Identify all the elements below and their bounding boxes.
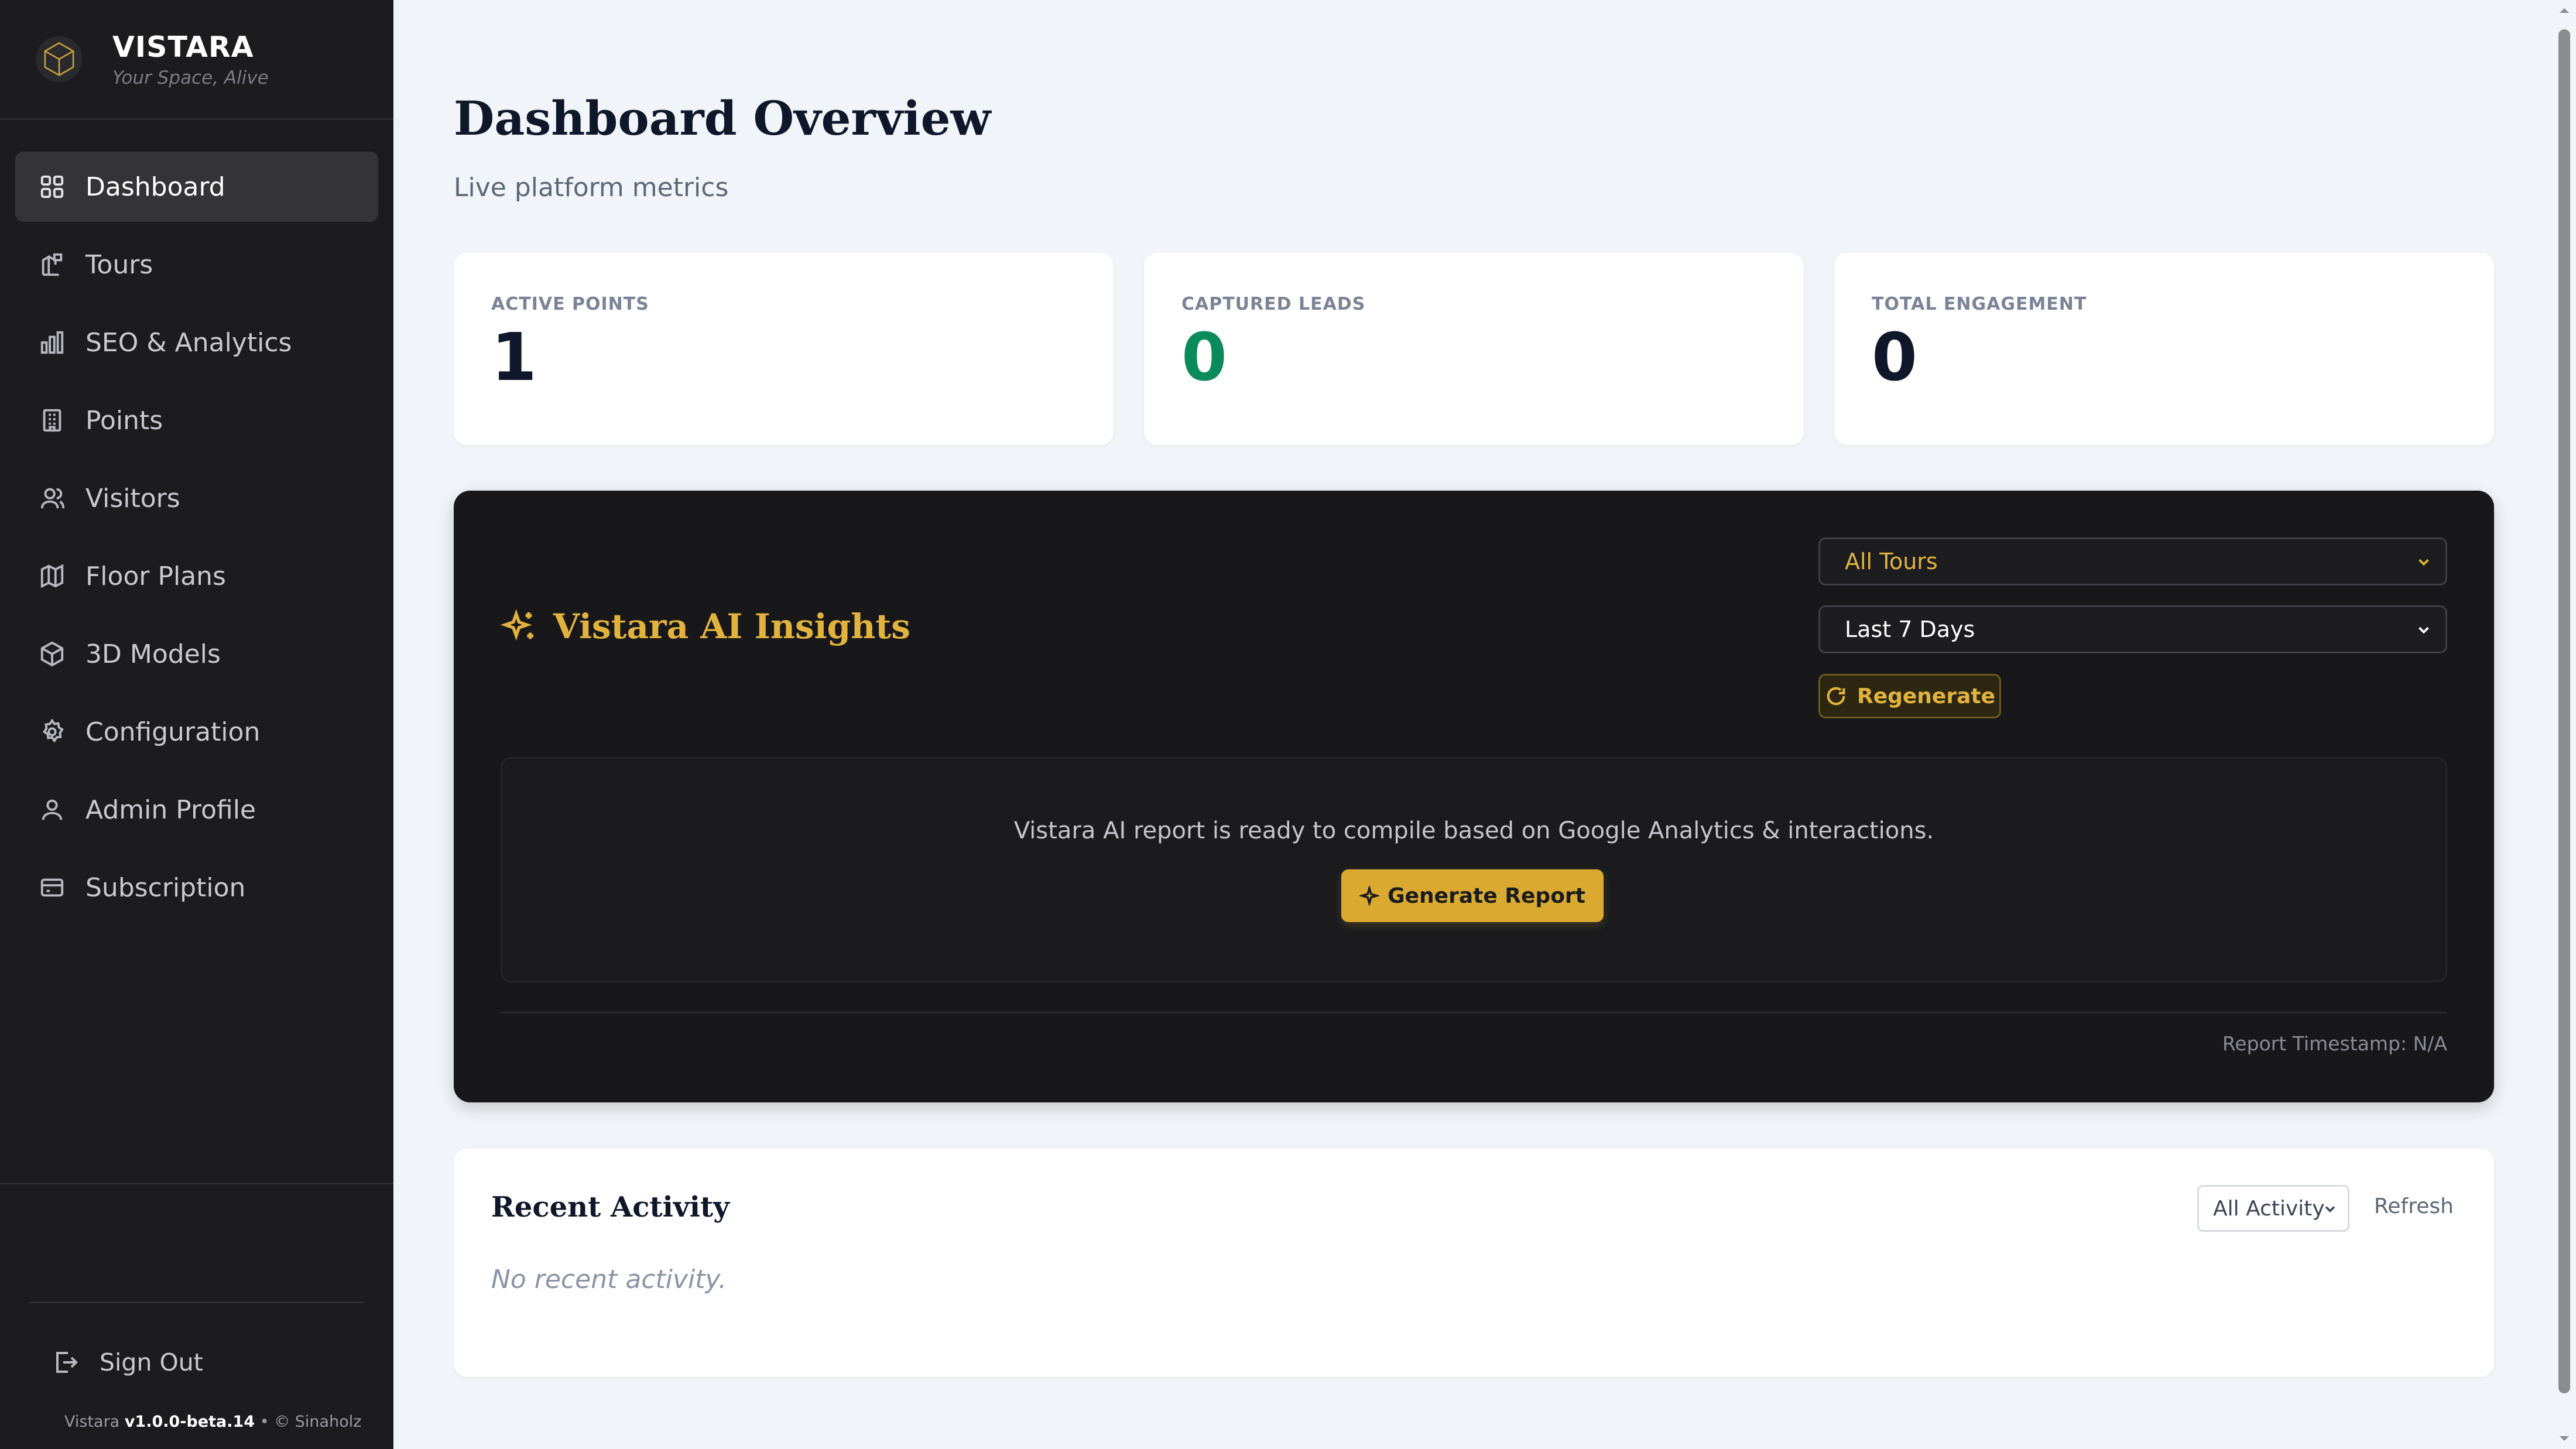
sparkles-icon — [501, 609, 533, 641]
brand-tagline: Your Space, Alive — [112, 67, 269, 88]
sidebar-item-seo-analytics[interactable]: SEO & Analytics — [15, 307, 378, 378]
sidebar-item-dashboard[interactable]: Dashboard — [15, 152, 378, 222]
sidebar-item-label: Subscription — [85, 872, 246, 903]
sidebar-item-label: Visitors — [85, 483, 180, 513]
sidebar-item-points[interactable]: Points — [15, 385, 378, 455]
sidebar-item-floor-plans[interactable]: Floor Plans — [15, 541, 378, 611]
empty-state-message: No recent activity. — [491, 1265, 727, 1294]
gear-icon — [39, 718, 66, 745]
recent-activity-title: Recent Activity — [491, 1191, 730, 1224]
recent-activity-card: Recent Activity All Activity Refresh No … — [454, 1149, 2494, 1377]
stat-label: ACTIVE POINTS — [491, 294, 649, 314]
stat-card-captured-leads: CAPTURED LEADS 0 — [1144, 253, 1804, 445]
scrollbar-thumb[interactable] — [2558, 29, 2570, 1393]
sparkle-icon — [1359, 886, 1380, 906]
ai-report-message: Vistara AI report is ready to compile ba… — [1013, 817, 1934, 844]
ai-report-panel: Vistara AI report is ready to compile ba… — [501, 757, 2447, 982]
sidebar-item-label: Floor Plans — [85, 561, 226, 591]
scrollbar[interactable] — [2553, 0, 2576, 1449]
stat-value: 1 — [491, 320, 537, 396]
divider — [501, 1012, 2447, 1013]
regenerate-label: Regenerate — [1856, 684, 1996, 708]
sidebar-item-admin-profile[interactable]: Admin Profile — [15, 775, 378, 845]
sign-out-icon — [56, 1352, 78, 1373]
refresh-icon — [1827, 687, 1845, 705]
stat-value: 0 — [1181, 320, 1227, 396]
sidebar-footer: Sign Out Vistara v1.0.0-beta.14 • © Sina… — [0, 1183, 393, 1449]
chevron-down-icon — [2419, 559, 2429, 566]
tour-filter-value: All Tours — [1845, 549, 1938, 574]
stat-label: CAPTURED LEADS — [1181, 294, 1366, 314]
ai-insights-title: Vistara AI Insights — [501, 607, 910, 646]
sidebar-item-label: Points — [85, 405, 163, 436]
cube-icon — [39, 640, 66, 667]
regenerate-button[interactable]: Regenerate — [1818, 674, 2001, 718]
brand-name: VISTARA — [112, 30, 254, 64]
user-icon — [39, 796, 66, 823]
date-range-select[interactable]: Last 7 Days — [1818, 605, 2447, 653]
stat-value: 0 — [1872, 320, 1917, 396]
sign-out-label: Sign Out — [100, 1348, 203, 1376]
chevron-down-icon — [2325, 1206, 2335, 1212]
brand[interactable]: VISTARA Your Space, Alive — [0, 0, 393, 120]
map-icon — [39, 563, 66, 590]
building-icon — [39, 407, 66, 434]
ai-insights-card: Vistara AI Insights All Tours Last 7 Day… — [454, 491, 2494, 1102]
sidebar-item-label: Configuration — [85, 717, 261, 747]
page-title: Dashboard Overview — [454, 91, 991, 146]
sidebar: VISTARA Your Space, Alive Dashboard Tour… — [0, 0, 393, 1449]
card-icon — [39, 874, 66, 901]
stat-card-total-engagement: TOTAL ENGAGEMENT 0 — [1834, 253, 2494, 445]
sidebar-item-label: Dashboard — [85, 172, 225, 202]
scroll-up-arrow-icon[interactable] — [2557, 4, 2571, 18]
logo-icon — [36, 36, 83, 83]
generate-report-button[interactable]: Generate Report — [1341, 869, 1604, 922]
version-info: Vistara v1.0.0-beta.14 • © Sinaholz — [64, 1413, 361, 1431]
copyright: • © Sinaholz — [259, 1413, 362, 1431]
version-prefix: Vistara — [64, 1413, 120, 1431]
stat-label: TOTAL ENGAGEMENT — [1872, 294, 2087, 314]
sidebar-item-label: Tours — [85, 249, 153, 280]
version-number: v1.0.0-beta.14 — [124, 1413, 255, 1431]
grid-icon — [39, 173, 66, 200]
sidebar-item-label: Admin Profile — [85, 794, 256, 825]
stat-card-active-points: ACTIVE POINTS 1 — [454, 253, 1114, 445]
scroll-down-arrow-icon[interactable] — [2557, 1431, 2571, 1445]
date-range-value: Last 7 Days — [1845, 616, 1975, 642]
sidebar-nav: Dashboard Tours SEO & Analytics Points V… — [0, 120, 393, 930]
tour-filter-select[interactable]: All Tours — [1818, 537, 2447, 585]
sidebar-item-label: 3D Models — [85, 639, 221, 669]
stats-row: ACTIVE POINTS 1 CAPTURED LEADS 0 TOTAL E… — [454, 253, 2494, 445]
activity-filter-select[interactable]: All Activity — [2197, 1185, 2349, 1232]
activity-filter-value: All Activity — [2213, 1196, 2325, 1221]
chevron-down-icon — [2419, 626, 2429, 634]
page-subtitle: Live platform metrics — [454, 173, 729, 203]
sidebar-item-3d-models[interactable]: 3D Models — [15, 619, 378, 689]
bar-chart-icon — [39, 329, 66, 356]
ai-title-text: Vistara AI Insights — [553, 607, 910, 646]
sidebar-item-subscription[interactable]: Subscription — [15, 852, 378, 923]
sidebar-item-tours[interactable]: Tours — [15, 229, 378, 300]
sign-out-button[interactable]: Sign Out — [52, 1348, 203, 1376]
sidebar-item-label: SEO & Analytics — [85, 327, 292, 358]
sidebar-item-configuration[interactable]: Configuration — [15, 697, 378, 767]
generate-report-label: Generate Report — [1388, 883, 1585, 908]
report-timestamp: Report Timestamp: N/A — [2222, 1032, 2447, 1055]
users-icon — [39, 485, 66, 512]
sidebar-item-visitors[interactable]: Visitors — [15, 463, 378, 533]
divider — [29, 1301, 363, 1303]
refresh-button[interactable]: Refresh — [2374, 1194, 2454, 1218]
tour-icon — [39, 251, 66, 278]
